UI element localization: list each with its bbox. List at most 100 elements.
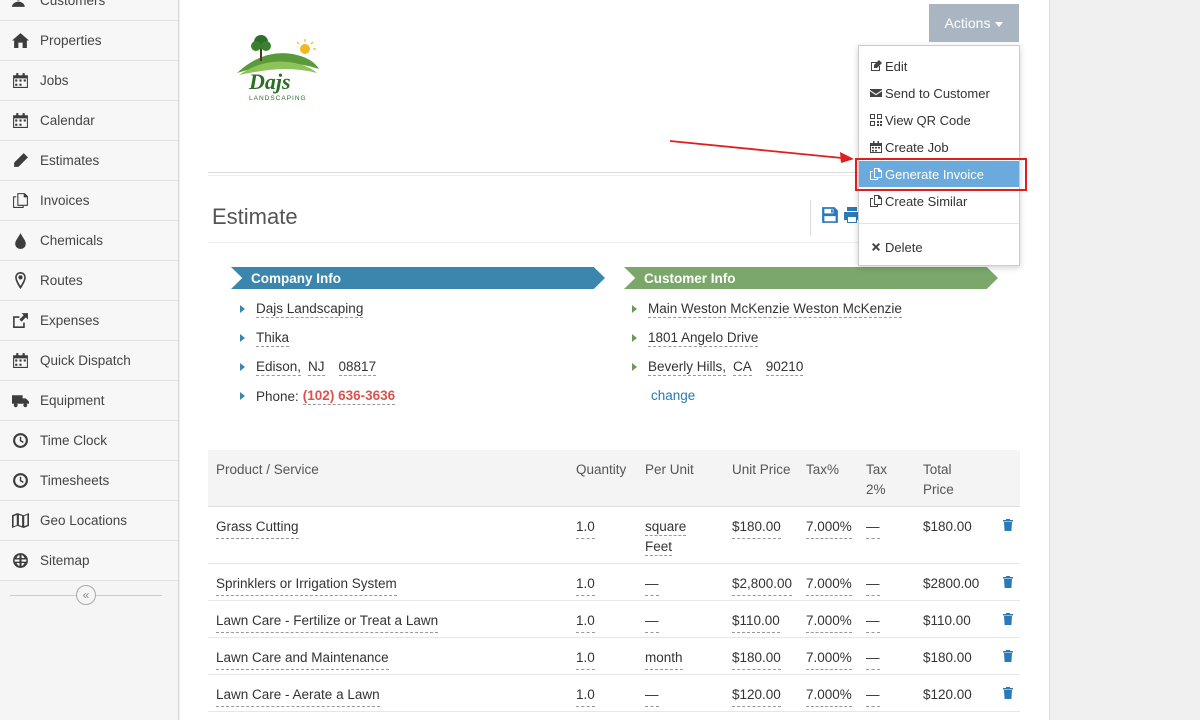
sidebar-item-quick-dispatch[interactable]: Quick Dispatch	[0, 341, 178, 381]
sidebar-item-routes[interactable]: Routes	[0, 261, 178, 301]
customer-zip[interactable]: 90210	[765, 359, 804, 376]
sidebar-item-sitemap[interactable]: Sitemap	[0, 541, 178, 581]
table-row: Sprinklers or Irrigation System 1.0 — $2…	[208, 564, 1020, 601]
customer-info-ribbon: Customer Info	[624, 267, 998, 289]
company-city-row: Edison, NJ 08817	[240, 357, 377, 377]
row-per-unit[interactable]: —	[645, 611, 659, 633]
row-unit-price[interactable]: $2,800.00	[732, 574, 793, 596]
sidebar-item-estimates[interactable]: Estimates	[0, 141, 178, 181]
company-phone[interactable]: (102) 636-3636	[302, 388, 396, 405]
table-row: Grass Cutting 1.0 square Feet $180.00 7.0…	[208, 507, 1020, 564]
row-tax2[interactable]: —	[866, 648, 880, 670]
row-product[interactable]: Lawn Care - Fertilize or Treat a Lawn	[216, 611, 439, 633]
toolbar-separator	[810, 200, 811, 236]
col-unit-price: Unit Price	[732, 462, 791, 477]
row-tax[interactable]: 7.000%	[806, 517, 852, 539]
row-tax2[interactable]: —	[866, 611, 880, 633]
customer-street[interactable]: 1801 Angelo Drive	[648, 330, 759, 347]
sidebar-item-label: Expenses	[40, 313, 100, 328]
row-tax[interactable]: 7.000%	[806, 574, 852, 596]
row-per-unit[interactable]: month	[645, 648, 683, 670]
table-header: Product / Service Quantity Per Unit Unit…	[208, 450, 1020, 507]
col-tax2-line1: Tax	[866, 462, 888, 477]
users-icon	[0, 0, 40, 9]
row-per-unit[interactable]: square Feet	[645, 517, 687, 557]
col-quantity: Quantity	[576, 462, 627, 477]
row-per-unit[interactable]: —	[645, 685, 659, 707]
row-product[interactable]: Lawn Care and Maintenance	[216, 648, 389, 670]
customer-state[interactable]: CA	[733, 359, 752, 376]
company-zip[interactable]: 08817	[338, 359, 377, 376]
sidebar-item-label: Geo Locations	[40, 513, 128, 528]
company-street[interactable]: Thika	[256, 330, 290, 347]
sidebar-item-expenses[interactable]: Expenses	[0, 301, 178, 341]
col-product: Product / Service	[216, 462, 319, 477]
row-total: $180.00	[923, 519, 972, 534]
row-per-unit[interactable]: —	[645, 574, 659, 596]
company-city[interactable]: Edison,	[256, 359, 302, 376]
row-quantity[interactable]: 1.0	[576, 517, 595, 539]
row-product[interactable]: Sprinklers or Irrigation System	[216, 574, 397, 596]
trash-icon[interactable]	[1003, 650, 1013, 662]
customer-street-row: 1801 Angelo Drive	[632, 328, 759, 348]
row-tax2[interactable]: —	[866, 574, 880, 596]
customer-name-row: Main Weston McKenzie Weston McKenzie	[632, 299, 902, 319]
sidebar-item-timesheets[interactable]: Timesheets	[0, 461, 178, 501]
menu-item-create-similar[interactable]: Create Similar	[859, 188, 1019, 214]
logo-text: Dajs	[248, 69, 291, 94]
sidebar-item-chemicals[interactable]: Chemicals	[0, 221, 178, 261]
sidebar-item-equipment[interactable]: Equipment	[0, 381, 178, 421]
row-tax[interactable]: 7.000%	[806, 611, 852, 633]
menu-item-view-qr-code[interactable]: View QR Code	[859, 107, 1019, 133]
row-unit-price[interactable]: $180.00	[732, 517, 781, 539]
customer-name[interactable]: Main Weston McKenzie Weston McKenzie	[648, 301, 902, 318]
menu-item-create-job[interactable]: Create Job	[859, 134, 1019, 160]
customer-city[interactable]: Beverly Hills,	[648, 359, 727, 376]
row-unit-price[interactable]: $110.00	[732, 611, 780, 633]
row-unit-price[interactable]: $180.00	[732, 648, 781, 670]
sidebar-item-jobs[interactable]: Jobs	[0, 61, 178, 101]
sidebar-item-label: Time Clock	[40, 433, 108, 448]
company-state[interactable]: NJ	[308, 359, 325, 376]
company-name[interactable]: Dajs Landscaping	[256, 301, 364, 318]
change-customer-link[interactable]: change	[651, 388, 695, 403]
sidebar-item-customers[interactable]: Customers	[0, 0, 178, 21]
trash-icon[interactable]	[1003, 687, 1013, 699]
menu-item-edit[interactable]: Edit	[859, 53, 1019, 79]
sidebar-collapse: «	[10, 585, 162, 605]
collapse-sidebar-button[interactable]: «	[76, 585, 96, 605]
menu-item-delete[interactable]: Delete	[859, 234, 1019, 260]
row-tax[interactable]: 7.000%	[806, 685, 852, 707]
row-quantity[interactable]: 1.0	[576, 611, 595, 633]
row-per-unit-line2: Feet	[645, 539, 673, 556]
col-tax2-line2: 2%	[866, 482, 886, 497]
row-quantity[interactable]: 1.0	[576, 648, 595, 670]
company-name-row: Dajs Landscaping	[240, 299, 364, 319]
table-row: Lawn Care - Fertilize or Treat a Lawn 1.…	[208, 601, 1020, 638]
trash-icon[interactable]	[1003, 519, 1013, 531]
row-tax2[interactable]: —	[866, 517, 880, 539]
row-total: $120.00	[923, 687, 972, 702]
row-product[interactable]: Grass Cutting	[216, 517, 299, 539]
row-product[interactable]: Lawn Care - Aerate a Lawn	[216, 685, 380, 707]
sidebar-item-calendar[interactable]: Calendar	[0, 101, 178, 141]
bullet-icon	[240, 334, 245, 342]
sidebar-item-invoices[interactable]: Invoices	[0, 181, 178, 221]
actions-button[interactable]: Actions	[929, 4, 1019, 42]
bullet-icon	[632, 305, 637, 313]
sidebar-item-properties[interactable]: Properties	[0, 21, 178, 61]
sidebar-item-label: Customers	[40, 0, 106, 8]
row-unit-price[interactable]: $120.00	[732, 685, 781, 707]
sidebar-item-time-clock[interactable]: Time Clock	[0, 421, 178, 461]
row-quantity[interactable]: 1.0	[576, 574, 595, 596]
menu-item-label: Edit	[885, 58, 908, 74]
trash-icon[interactable]	[1003, 613, 1013, 625]
sidebar-item-label: Chemicals	[40, 233, 104, 248]
save-icon[interactable]	[821, 206, 839, 224]
row-tax[interactable]: 7.000%	[806, 648, 852, 670]
sidebar-item-geo-locations[interactable]: Geo Locations	[0, 501, 178, 541]
menu-item-send-to-customer[interactable]: Send to Customer	[859, 80, 1019, 106]
row-tax2[interactable]: —	[866, 685, 880, 707]
row-quantity[interactable]: 1.0	[576, 685, 595, 707]
trash-icon[interactable]	[1003, 576, 1013, 588]
